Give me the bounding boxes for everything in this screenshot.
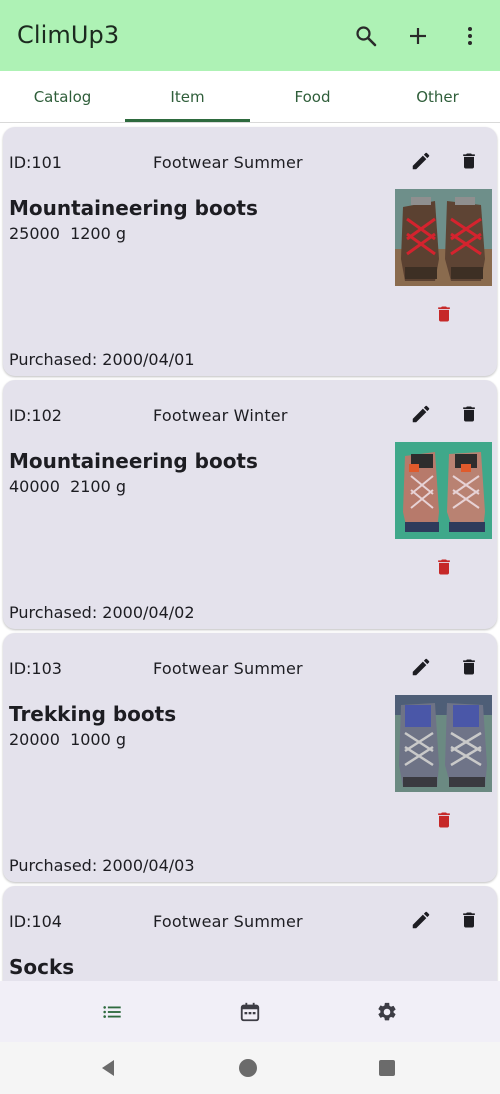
item-purchased-date: Purchased: 2000/04/01 xyxy=(9,350,195,369)
trash-icon xyxy=(463,912,475,928)
pencil-icon xyxy=(412,405,430,423)
item-price-weight: 25000 1200 g xyxy=(9,224,127,243)
pencil-icon xyxy=(412,911,430,929)
delete-button[interactable] xyxy=(457,906,481,934)
pencil-icon xyxy=(412,152,430,170)
search-icon xyxy=(356,26,377,47)
trash-icon xyxy=(438,812,450,828)
edit-button[interactable] xyxy=(407,400,435,428)
system-recents-button[interactable] xyxy=(374,1055,400,1081)
item-name: Trekking boots xyxy=(9,702,177,726)
trash-icon xyxy=(463,406,475,422)
system-navigation-bar xyxy=(0,1042,500,1094)
more-vert-icon xyxy=(468,27,472,45)
settings-icon xyxy=(378,1002,396,1021)
tab-bar: Catalog Item Food Other xyxy=(0,71,500,123)
list-icon xyxy=(103,1006,121,1018)
item-name: Mountaineering boots xyxy=(9,196,258,220)
item-purchased-date: Purchased: 2000/04/03 xyxy=(9,856,195,875)
tab-catalog[interactable]: Catalog xyxy=(0,71,125,123)
delete-button[interactable] xyxy=(457,653,481,681)
search-button[interactable] xyxy=(350,20,382,52)
delete-button[interactable] xyxy=(457,147,481,175)
back-triangle-icon xyxy=(102,1060,114,1076)
nav-list-button[interactable] xyxy=(92,995,132,1029)
tab-food[interactable]: Food xyxy=(250,71,375,123)
delete-photo-button[interactable] xyxy=(433,301,455,327)
item-card[interactable]: ID:103 Footwear Summer Trekking boots 20… xyxy=(3,633,497,882)
item-id: ID:104 xyxy=(9,912,62,931)
delete-photo-button[interactable] xyxy=(433,807,455,833)
item-price-weight: 40000 2100 g xyxy=(9,477,127,496)
tab-indicator xyxy=(125,119,250,122)
item-card[interactable]: ID:102 Footwear Winter Mountaineering bo… xyxy=(3,380,497,629)
item-card[interactable]: ID:104 Footwear Summer Socks xyxy=(3,886,497,981)
edit-button[interactable] xyxy=(407,906,435,934)
bottom-navigation xyxy=(0,981,500,1042)
edit-button[interactable] xyxy=(407,653,435,681)
trash-icon xyxy=(463,153,475,169)
item-id: ID:102 xyxy=(9,406,62,425)
item-name: Socks xyxy=(9,955,75,979)
trash-icon xyxy=(438,306,450,322)
nav-calendar-button[interactable] xyxy=(230,995,270,1029)
item-category: Footwear Summer xyxy=(153,153,303,172)
item-name: Mountaineering boots xyxy=(9,449,258,473)
item-category: Footwear Winter xyxy=(153,406,288,425)
item-list[interactable]: ID:101 Footwear Summer Mountaineering bo… xyxy=(0,123,500,981)
item-category: Footwear Summer xyxy=(153,659,303,678)
item-photo[interactable] xyxy=(395,189,492,286)
home-circle-icon xyxy=(239,1059,257,1077)
item-id: ID:101 xyxy=(9,153,62,172)
top-app-bar: ClimUp3 xyxy=(0,0,500,71)
item-category: Footwear Summer xyxy=(153,912,303,931)
trash-icon xyxy=(438,559,450,575)
calendar-icon xyxy=(240,1002,260,1022)
item-id: ID:103 xyxy=(9,659,62,678)
system-back-button[interactable] xyxy=(95,1055,121,1081)
recents-square-icon xyxy=(379,1060,395,1076)
item-purchased-date: Purchased: 2000/04/02 xyxy=(9,603,195,622)
system-home-button[interactable] xyxy=(235,1055,261,1081)
edit-button[interactable] xyxy=(407,147,435,175)
more-options-button[interactable] xyxy=(454,20,486,52)
add-button[interactable] xyxy=(402,20,434,52)
trash-icon xyxy=(463,659,475,675)
tab-item[interactable]: Item xyxy=(125,71,250,123)
item-price-weight: 20000 1000 g xyxy=(9,730,127,749)
nav-settings-button[interactable] xyxy=(367,995,407,1029)
pencil-icon xyxy=(412,658,430,676)
item-photo[interactable] xyxy=(395,442,492,539)
plus-icon xyxy=(410,28,426,44)
tab-other[interactable]: Other xyxy=(375,71,500,123)
delete-photo-button[interactable] xyxy=(433,554,455,580)
app-title: ClimUp3 xyxy=(17,21,120,49)
app-root: ClimUp3 Catalog Item Food Other ID:101 F… xyxy=(0,0,500,1094)
item-card[interactable]: ID:101 Footwear Summer Mountaineering bo… xyxy=(3,127,497,376)
item-photo[interactable] xyxy=(395,695,492,792)
delete-button[interactable] xyxy=(457,400,481,428)
